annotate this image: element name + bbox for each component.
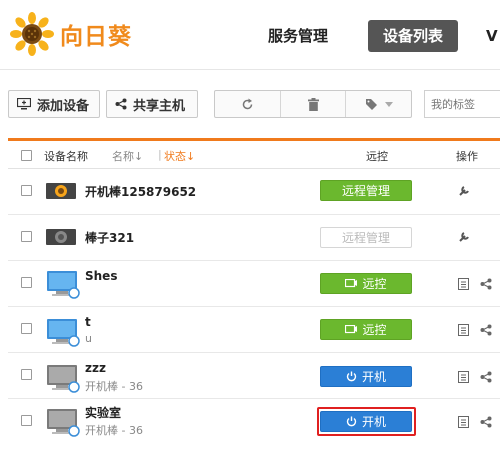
details-icon[interactable]: [458, 278, 469, 290]
power-icon: [346, 416, 357, 427]
wrench-icon[interactable]: [458, 185, 470, 197]
remote-button-label: 远控: [362, 323, 387, 337]
row-checkbox[interactable]: [21, 415, 32, 426]
refresh-icon: [242, 98, 253, 109]
share-icon[interactable]: [480, 371, 492, 383]
remote-screen-icon: [345, 278, 358, 287]
toolbar: 添加设备 共享主机: [0, 90, 500, 120]
wrench-icon[interactable]: [458, 231, 470, 243]
select-all-checkbox[interactable]: [21, 150, 32, 161]
sunflower-logo-icon: [10, 12, 54, 56]
details-icon[interactable]: [458, 371, 469, 383]
remote-manage-button[interactable]: 远程管理: [320, 180, 412, 201]
chevron-down-icon: [384, 101, 393, 107]
table-row: Shes 远控: [8, 261, 500, 307]
header-remote: 远控: [366, 150, 388, 163]
device-name[interactable]: 棒子321: [85, 229, 134, 246]
share-icon[interactable]: [480, 278, 492, 290]
monitor-add-icon: [17, 98, 31, 110]
computer-online-icon: [47, 319, 80, 347]
table-header: 设备名称 名称↓ | 状态↓ 远控 操作: [8, 141, 500, 169]
device-subtitle: u: [85, 332, 92, 345]
trash-icon: [307, 97, 319, 111]
table-row: 实验室 开机棒 - 36 开机: [8, 399, 500, 445]
header-device-name: 设备名称: [44, 150, 88, 163]
sort-by-name[interactable]: 名称↓: [112, 148, 143, 164]
row-checkbox[interactable]: [21, 323, 32, 334]
power-on-button[interactable]: 开机: [320, 366, 412, 387]
tag-dropdown-button[interactable]: [346, 91, 411, 117]
sort-by-status[interactable]: 状态↓: [164, 148, 195, 164]
nav-partial-item[interactable]: V: [486, 20, 498, 52]
add-device-label: 添加设备: [37, 98, 90, 114]
computer-offline-icon: [47, 409, 80, 437]
details-icon[interactable]: [458, 416, 469, 428]
device-name[interactable]: 开机棒125879652: [85, 183, 196, 200]
device-subtitle: 开机棒 - 36: [85, 424, 143, 437]
device-name[interactable]: Shes: [85, 269, 117, 283]
refresh-button[interactable]: [215, 91, 281, 117]
remote-button-label: 远程管理: [341, 184, 390, 198]
row-checkbox[interactable]: [21, 277, 32, 288]
share-icon[interactable]: [480, 324, 492, 336]
table-row: t u 远控: [8, 307, 500, 353]
logo-text: 向日葵: [60, 24, 132, 50]
toolbar-action-group: [214, 90, 412, 118]
device-subtitle: 开机棒 - 36: [85, 380, 143, 393]
share-icon: [115, 98, 127, 110]
row-checkbox[interactable]: [21, 185, 32, 196]
table-row: 开机棒125879652 远程管理: [8, 169, 500, 215]
share-icon[interactable]: [480, 416, 492, 428]
share-host-label: 共享主机: [133, 98, 186, 114]
remote-manage-button-disabled[interactable]: 远程管理: [320, 227, 412, 248]
nav-device-list[interactable]: 设备列表: [368, 20, 458, 52]
nav-service-management[interactable]: 服务管理: [258, 20, 338, 52]
tag-icon: [365, 99, 377, 110]
delete-button[interactable]: [281, 91, 347, 117]
remote-button-label: 远控: [362, 277, 387, 291]
top-header: 向日葵 服务管理 设备列表 V: [0, 0, 500, 70]
device-name[interactable]: 实验室: [85, 404, 121, 421]
table-row: 棒子321 远程管理: [8, 215, 500, 261]
power-on-button[interactable]: 开机: [320, 411, 412, 432]
power-button-label: 开机: [361, 370, 386, 384]
row-checkbox[interactable]: [21, 231, 32, 242]
remote-screen-icon: [345, 324, 358, 333]
add-device-button[interactable]: 添加设备: [8, 90, 100, 118]
header-operations: 操作: [456, 150, 478, 163]
my-tags-input[interactable]: [424, 90, 500, 118]
row-checkbox[interactable]: [21, 369, 32, 380]
details-icon[interactable]: [458, 324, 469, 336]
device-name[interactable]: zzz: [85, 361, 106, 375]
logo[interactable]: 向日葵: [10, 12, 132, 56]
power-stick-icon: [46, 229, 76, 245]
computer-online-icon: [47, 271, 80, 299]
remote-button-label: 远程管理: [341, 231, 390, 245]
table-row: zzz 开机棒 - 36 开机: [8, 353, 500, 399]
remote-control-button[interactable]: 远控: [320, 319, 412, 340]
power-icon: [346, 371, 357, 382]
device-name[interactable]: t: [85, 315, 91, 329]
share-host-button[interactable]: 共享主机: [106, 90, 198, 118]
header-separator: |: [158, 148, 162, 161]
power-stick-icon: [46, 183, 76, 199]
power-button-label: 开机: [361, 415, 386, 429]
computer-offline-icon: [47, 365, 80, 393]
remote-control-button[interactable]: 远控: [320, 273, 412, 294]
